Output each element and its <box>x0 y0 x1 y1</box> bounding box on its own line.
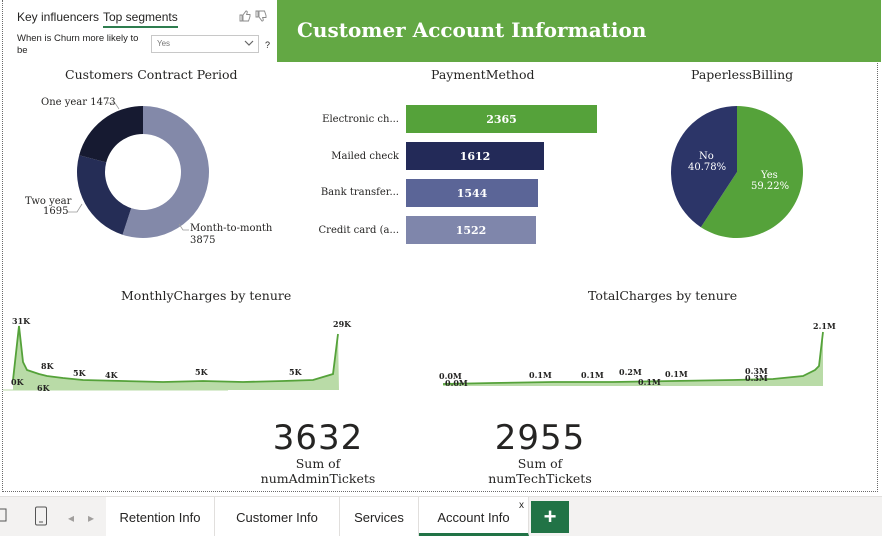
total-label-6: 0.1M <box>665 369 688 379</box>
pie-yes-label: Yes <box>761 170 778 181</box>
add-page-button[interactable]: + <box>531 501 569 533</box>
monthly-label-2: 8K <box>41 361 54 371</box>
payment-chart-title: PaymentMethod <box>431 67 535 82</box>
thumbs-up-icon[interactable] <box>239 10 251 22</box>
two-year-value: 1695 <box>43 206 69 217</box>
month-to-month-value: 3875 <box>190 235 216 246</box>
monthly-label-4: 5K <box>73 368 86 378</box>
thumbs-down-icon[interactable] <box>255 10 267 22</box>
tab-services[interactable]: Services <box>340 497 419 536</box>
one-year-label: One year 1473 <box>41 97 116 108</box>
payment-bar-credit[interactable]: 1522 <box>406 216 536 244</box>
tech-tickets-card: 2955 Sum of numTechTickets <box>465 418 615 486</box>
title-banner: Customer Account Information <box>277 0 881 62</box>
slice-one-year[interactable] <box>79 106 143 163</box>
bar-category-1: Mailed check <box>331 151 399 162</box>
mobile-layout-icon[interactable] <box>34 506 48 526</box>
month-to-month-label: Month-to-month <box>190 223 273 234</box>
scroll-right-icon[interactable]: ▸ <box>88 497 94 536</box>
monthly-label-8: 29K <box>333 319 352 329</box>
admin-tickets-label: Sum of numAdminTickets <box>260 456 376 486</box>
tab-top-segments[interactable]: Top segments <box>103 10 178 28</box>
payment-bar-bank[interactable]: 1544 <box>406 179 538 207</box>
bar-category-0: Electronic ch... <box>322 114 399 125</box>
bar-category-2: Bank transfer... <box>320 187 399 198</box>
tab-key-influencers[interactable]: Key influencers <box>17 10 99 24</box>
page-title: Customer Account Information <box>297 18 647 42</box>
total-label-1: 0.0M <box>445 378 468 388</box>
tab-retention-info[interactable]: Retention Info <box>106 497 215 536</box>
close-tab-icon[interactable]: x <box>519 485 524 527</box>
dropdown-value: Yes <box>157 39 171 48</box>
total-area-chart <box>442 331 824 386</box>
influencer-question: When is Churn more likely to be <box>17 33 139 56</box>
pie-no-label: No <box>699 151 714 162</box>
pie-no-pct: 40.78% <box>688 162 727 173</box>
bar-category-3: Credit card (a... <box>318 225 399 236</box>
total-label-4: 0.2M <box>619 367 642 377</box>
payment-bar-mailed[interactable]: 1612 <box>406 142 544 170</box>
desktop-layout-icon[interactable] <box>0 507 8 525</box>
total-chart-title: TotalCharges by tenure <box>588 288 738 303</box>
monthly-label-1: 0K <box>11 377 24 387</box>
monthly-label-7: 5K <box>289 367 302 377</box>
report-canvas: Key influencers Top segments When is Chu… <box>2 0 881 492</box>
tab-account-info-label: Account Info <box>437 510 510 525</box>
admin-tickets-value: 3632 <box>272 418 364 458</box>
tech-tickets-label: Sum of numTechTickets <box>488 456 592 486</box>
monthly-label-3: 6K <box>37 383 50 393</box>
monthly-label-0: 31K <box>12 316 31 326</box>
slice-two-year[interactable] <box>76 155 132 235</box>
total-label-5: 0.1M <box>638 377 661 387</box>
monthly-area-chart <box>3 325 339 391</box>
admin-tickets-card: 3632 Sum of numAdminTickets <box>243 418 393 486</box>
total-label-9: 2.1M <box>813 321 836 331</box>
paperless-chart-title: PaperlessBilling <box>691 67 794 82</box>
total-label-8: 0.3M <box>745 373 768 383</box>
pie-yes-pct: 59.22% <box>751 181 790 192</box>
tab-account-info[interactable]: Account Info x <box>419 497 529 536</box>
scroll-left-icon[interactable]: ◂ <box>68 497 74 536</box>
monthly-label-5: 4K <box>105 370 118 380</box>
churn-value-dropdown[interactable]: Yes <box>151 35 259 53</box>
contract-chart-title: Customers Contract Period <box>65 67 238 82</box>
total-label-2: 0.1M <box>529 370 552 380</box>
payment-bar-electronic[interactable]: 2365 <box>406 105 597 133</box>
total-label-3: 0.1M <box>581 370 604 380</box>
monthly-chart-title: MonthlyCharges by tenure <box>121 288 292 303</box>
monthly-label-6: 5K <box>195 367 208 377</box>
tab-customer-info[interactable]: Customer Info <box>215 497 340 536</box>
help-icon[interactable]: ? <box>265 40 270 50</box>
page-tab-bar: ◂ ▸ Retention Info Customer Info Service… <box>0 496 882 536</box>
key-influencers-visual: Key influencers Top segments When is Chu… <box>9 4 273 62</box>
tech-tickets-value: 2955 <box>494 418 586 458</box>
chevron-down-icon <box>244 40 254 46</box>
